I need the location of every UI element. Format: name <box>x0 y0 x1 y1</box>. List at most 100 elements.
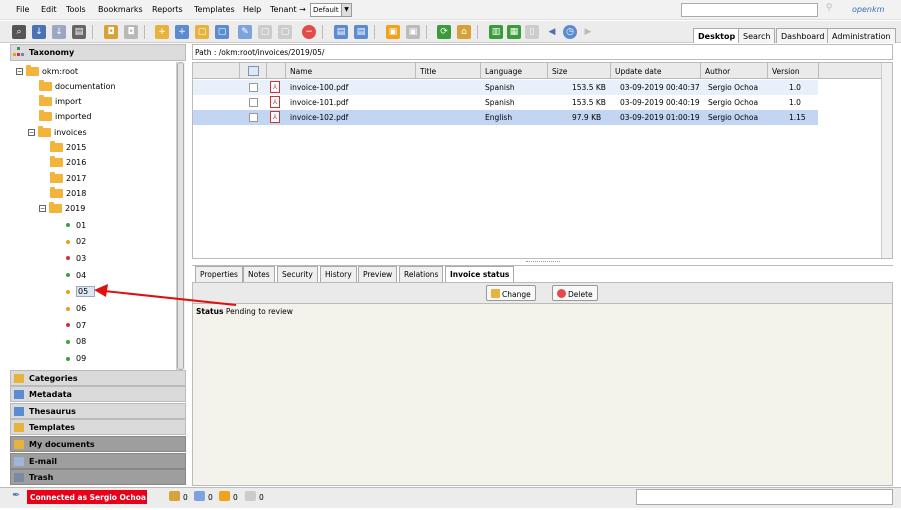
search-input[interactable] <box>681 3 818 17</box>
menu-tools[interactable]: Tools <box>66 5 86 14</box>
unlock-icon[interactable]: ◘ <box>124 25 138 39</box>
tab-invoice-status[interactable]: Invoice status <box>445 266 515 282</box>
row-checkbox[interactable] <box>249 83 258 92</box>
col-version[interactable]: Version <box>772 67 800 76</box>
col-size[interactable]: Size <box>552 67 567 76</box>
tree-node-2016[interactable]: 2016 <box>50 156 86 170</box>
split-view-icon[interactable]: ▥ <box>489 25 503 39</box>
collapse-icon[interactable]: − <box>39 205 46 213</box>
menu-file[interactable]: File <box>16 5 29 14</box>
new-document-icon[interactable]: + <box>175 25 189 39</box>
accordion-e-mail[interactable]: E-mail <box>10 453 186 469</box>
back-arrow-icon[interactable]: ◀ <box>545 25 559 39</box>
history-icon[interactable]: ◷ <box>563 25 577 39</box>
cancel-checkout-icon[interactable]: ▢ <box>278 25 292 39</box>
tree-node-02[interactable]: 02 <box>66 235 86 249</box>
forward-arrow-icon[interactable]: ▶ <box>581 25 595 39</box>
accordion-templates[interactable]: Templates <box>10 419 186 435</box>
file-table-scrollbar[interactable] <box>881 63 892 258</box>
cell-name: invoice-101.pdf <box>290 98 349 107</box>
col-title[interactable]: Title <box>420 67 436 76</box>
lock-icon[interactable]: ◘ <box>104 25 118 39</box>
row-checkbox[interactable] <box>249 98 258 107</box>
download-icon[interactable]: ↓ <box>32 25 46 39</box>
tree-node-07[interactable]: 07 <box>66 318 86 332</box>
edit-icon[interactable]: ✎ <box>238 25 252 39</box>
scanner-icon[interactable]: ▦ <box>507 25 521 39</box>
tree-node-09[interactable]: 09 <box>66 352 86 366</box>
tree-node-03[interactable]: 03 <box>66 251 86 265</box>
tree-scrollbar-thumb[interactable] <box>177 62 184 370</box>
tab-desktop[interactable]: Desktop <box>693 28 741 43</box>
collapse-icon[interactable]: − <box>28 128 35 136</box>
tab-notes[interactable]: Notes <box>243 266 275 282</box>
tab-history[interactable]: History <box>320 266 357 282</box>
col-author[interactable]: Author <box>705 67 730 76</box>
table-row[interactable]: ⅄ invoice-101.pdf Spanish 153.5 KB 03-09-201… <box>193 95 818 110</box>
tree-node-06[interactable]: 06 <box>66 302 86 316</box>
subscriptions-count: 0 <box>259 493 264 502</box>
checkout-docs-icon[interactable] <box>194 491 205 501</box>
tree-node-imported[interactable]: imported <box>39 110 91 124</box>
workflow-tasks-icon[interactable] <box>219 491 230 501</box>
search-icon[interactable]: ⚲ <box>822 3 836 17</box>
table-row[interactable]: ⅄ invoice-102.pdf English 97.9 KB 03-09-2019… <box>193 110 818 125</box>
change-button[interactable]: Change <box>486 285 536 301</box>
tree-node-2017[interactable]: 2017 <box>50 171 86 185</box>
tree-node-04[interactable]: 04 <box>66 268 86 282</box>
print-icon[interactable]: ▤ <box>72 25 86 39</box>
start-workflow-icon[interactable]: ▣ <box>386 25 400 39</box>
col-language[interactable]: Language <box>485 67 522 76</box>
col-name[interactable]: Name <box>290 67 312 76</box>
menu-help[interactable]: Help <box>243 5 261 14</box>
accordion-my-documents[interactable]: My documents <box>10 436 186 452</box>
menu-edit[interactable]: Edit <box>41 5 57 14</box>
tab-search[interactable]: Search <box>738 28 776 43</box>
tab-dashboard[interactable]: Dashboard <box>776 28 830 43</box>
tenant-select[interactable]: Default ▼ <box>310 3 352 17</box>
refresh-icon[interactable]: ⟳ <box>437 25 451 39</box>
delete-icon[interactable]: − <box>302 25 316 39</box>
tree-node-documentation[interactable]: documentation <box>39 79 116 93</box>
subscriptions-icon[interactable] <box>245 491 256 501</box>
taxonomy-header[interactable]: Taxonomy <box>10 44 186 61</box>
uploader-icon[interactable]: ▯ <box>525 25 539 39</box>
col-update-date[interactable]: Update date <box>615 67 661 76</box>
delete-button[interactable]: Delete <box>552 285 598 301</box>
remove-property-group-icon[interactable]: ▤ <box>354 25 368 39</box>
accordion-metadata[interactable]: Metadata <box>10 386 186 402</box>
tab-administration[interactable]: Administration <box>827 28 896 43</box>
row-checkbox[interactable] <box>249 113 258 122</box>
tree-node-2015[interactable]: 2015 <box>50 141 86 155</box>
accordion-categories[interactable]: Categories <box>10 370 186 386</box>
tree-node-01[interactable]: 01 <box>66 218 86 232</box>
new-folder-icon[interactable]: + <box>155 25 169 39</box>
add-document-icon[interactable]: ▢ <box>215 25 229 39</box>
tab-security[interactable]: Security <box>277 266 318 282</box>
home-icon[interactable]: ⌂ <box>457 25 471 39</box>
checkin-icon[interactable]: ▢ <box>258 25 272 39</box>
tree-node-import[interactable]: import <box>39 95 81 109</box>
tab-preview[interactable]: Preview <box>358 266 398 282</box>
splitter-handle[interactable] <box>526 261 560 263</box>
tree-node-08[interactable]: 08 <box>66 335 86 349</box>
tree-node-2019[interactable]: − 2019 <box>39 202 85 216</box>
tree-node-2018[interactable]: 2018 <box>50 186 86 200</box>
find-icon[interactable]: ⌕ <box>12 25 26 39</box>
add-property-group-icon[interactable]: ▤ <box>334 25 348 39</box>
accordion-trash[interactable]: Trash <box>10 469 186 485</box>
add-subscription-icon[interactable]: ▣ <box>406 25 420 39</box>
tree-node-invoices[interactable]: − invoices <box>28 125 87 139</box>
accordion-thesaurus[interactable]: Thesaurus <box>10 403 186 419</box>
tab-relations[interactable]: Relations <box>399 266 444 282</box>
locked-docs-icon[interactable] <box>169 491 180 501</box>
collapse-icon[interactable]: − <box>16 67 23 75</box>
menu-templates[interactable]: Templates <box>194 5 235 14</box>
select-all-icon[interactable] <box>248 66 259 76</box>
menu-bookmarks[interactable]: Bookmarks <box>98 5 143 14</box>
menu-reports[interactable]: Reports <box>152 5 183 14</box>
add-folder-icon[interactable]: ▢ <box>195 25 209 39</box>
tree-node-okm-root[interactable]: − okm:root <box>16 64 78 78</box>
table-row[interactable]: ⅄ invoice-100.pdf Spanish 153.5 KB 03-09-201… <box>193 80 818 95</box>
download-pdf-icon[interactable]: ↓ <box>52 25 66 39</box>
